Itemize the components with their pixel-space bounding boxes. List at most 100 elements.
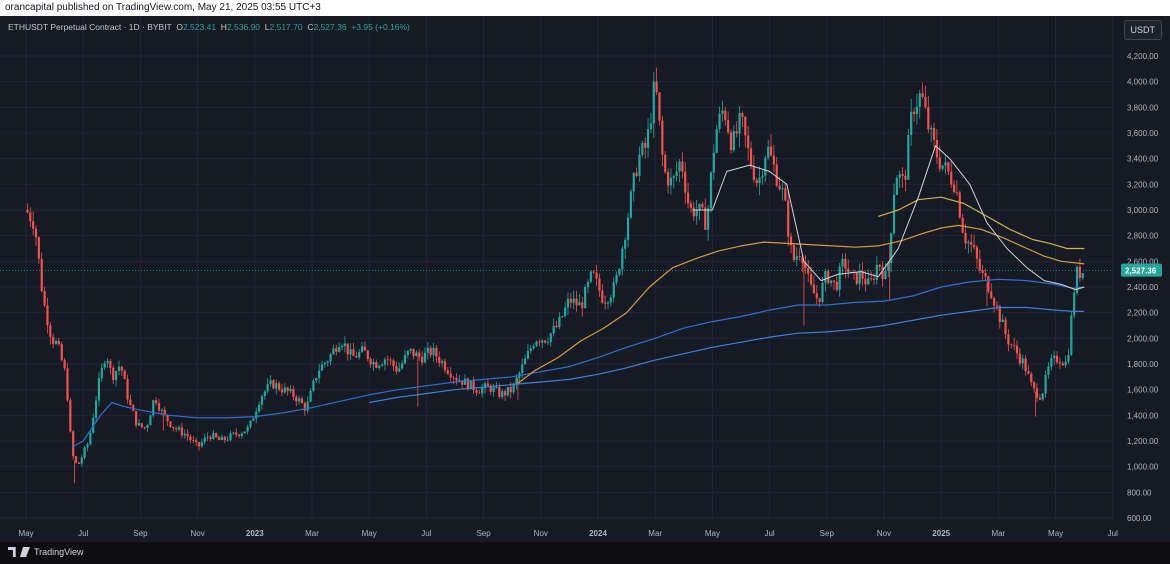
candle-down bbox=[186, 433, 189, 437]
candle-down bbox=[952, 184, 956, 193]
candle-up bbox=[426, 347, 429, 353]
y-axis-tick-label: 1,000.00 bbox=[1127, 463, 1159, 472]
candle-up bbox=[549, 333, 552, 342]
y-axis-tick-label: 4,000.00 bbox=[1127, 78, 1159, 87]
candle-down bbox=[832, 280, 836, 282]
candle-up bbox=[229, 433, 232, 440]
candle-up bbox=[177, 427, 181, 430]
chart-area[interactable]: 4,200.00 4,000.00 3,800.00 3,600.00 3,400.00… bbox=[0, 16, 1170, 542]
candle-up bbox=[160, 409, 163, 411]
tradingview-logo[interactable]: TradingView bbox=[8, 547, 84, 557]
candle-up bbox=[884, 270, 887, 279]
candle-down bbox=[355, 355, 358, 358]
published-text: orancapital published on TradingView.com… bbox=[5, 2, 321, 13]
candle-down bbox=[692, 207, 695, 217]
candle-down bbox=[964, 232, 967, 244]
candle-down bbox=[217, 437, 221, 440]
candle-down bbox=[215, 433, 218, 438]
candle-up bbox=[761, 175, 764, 178]
candle-up bbox=[1073, 292, 1076, 316]
candle-up bbox=[495, 387, 498, 388]
candle-up bbox=[343, 343, 346, 346]
candle-down bbox=[787, 200, 790, 237]
candle-up bbox=[340, 345, 344, 348]
x-axis-tick-label: 2023 bbox=[246, 529, 264, 538]
candle-up bbox=[329, 354, 332, 362]
candle-down bbox=[140, 423, 143, 427]
candle-up bbox=[586, 281, 590, 287]
y-axis-tick-label: 3,600.00 bbox=[1127, 129, 1159, 138]
candle-down bbox=[449, 373, 452, 378]
candle-up bbox=[183, 433, 186, 436]
candle-up bbox=[383, 359, 387, 365]
candle-down bbox=[1038, 397, 1041, 400]
footer: TradingView bbox=[0, 542, 1170, 564]
candle-down bbox=[666, 172, 670, 186]
y-axis-tick-label: 3,800.00 bbox=[1127, 103, 1159, 112]
candle-down bbox=[681, 161, 684, 172]
candle-down bbox=[961, 217, 964, 233]
candle-up bbox=[203, 437, 206, 443]
candle-up bbox=[263, 391, 266, 397]
candle-down bbox=[872, 278, 876, 280]
candle-down bbox=[744, 116, 747, 136]
candle-up bbox=[721, 110, 724, 114]
y-axis-tick-label: 2,400.00 bbox=[1127, 283, 1159, 292]
candle-down bbox=[503, 391, 507, 396]
candle-down bbox=[1033, 382, 1036, 389]
candle-up bbox=[481, 388, 484, 394]
candle-up bbox=[638, 154, 641, 176]
candle-up bbox=[795, 256, 798, 260]
candle-up bbox=[523, 358, 527, 365]
candle-down bbox=[63, 360, 66, 369]
candle-up bbox=[632, 172, 635, 192]
x-axis-tick-label: Mar bbox=[305, 529, 319, 538]
candle-down bbox=[438, 357, 441, 364]
candle-up bbox=[326, 361, 329, 363]
candle-up bbox=[712, 152, 715, 173]
candle-up bbox=[910, 111, 913, 136]
candle-down bbox=[904, 175, 907, 180]
candle-up bbox=[612, 282, 615, 298]
candle-up bbox=[315, 378, 318, 381]
candle-down bbox=[295, 396, 298, 402]
candle-down bbox=[735, 131, 738, 134]
candle-up bbox=[54, 340, 58, 344]
candle-down bbox=[543, 340, 547, 343]
price-chart[interactable]: 4,200.00 4,000.00 3,800.00 3,600.00 3,400.00… bbox=[0, 16, 1170, 542]
candle-down bbox=[970, 241, 973, 245]
candle-down bbox=[1035, 388, 1039, 398]
candle-down bbox=[280, 389, 284, 393]
candle-down bbox=[197, 442, 201, 447]
candle-up bbox=[552, 325, 555, 334]
candle-up bbox=[137, 423, 141, 426]
candle-up bbox=[898, 174, 901, 178]
candle-down bbox=[32, 221, 35, 229]
moving-average-line-blue-long bbox=[369, 306, 1085, 404]
y-axis-tick-label: 1,400.00 bbox=[1127, 411, 1159, 420]
candle-down bbox=[995, 305, 999, 307]
candle-up bbox=[332, 348, 335, 355]
candle-down bbox=[1078, 266, 1082, 279]
candle-down bbox=[375, 362, 378, 368]
candle-down bbox=[689, 203, 693, 208]
candle-down bbox=[724, 110, 727, 121]
currency-button[interactable]: USDT bbox=[1123, 20, 1162, 40]
candle-up bbox=[867, 278, 870, 285]
x-axis-tick-label: Nov bbox=[534, 529, 548, 538]
candle-down bbox=[272, 380, 275, 389]
candle-down bbox=[1007, 334, 1010, 345]
candle-up bbox=[89, 432, 92, 445]
candle-up bbox=[100, 367, 103, 379]
candle-up bbox=[103, 363, 106, 368]
candle-up bbox=[578, 302, 581, 306]
candle-down bbox=[575, 298, 578, 306]
candle-up bbox=[695, 210, 698, 217]
candle-down bbox=[993, 298, 996, 306]
candle-up bbox=[146, 425, 149, 428]
candle-down bbox=[1018, 353, 1021, 364]
candle-down bbox=[389, 359, 392, 361]
candle-up bbox=[252, 418, 255, 421]
candle-up bbox=[378, 365, 381, 368]
candle-down bbox=[112, 367, 115, 381]
